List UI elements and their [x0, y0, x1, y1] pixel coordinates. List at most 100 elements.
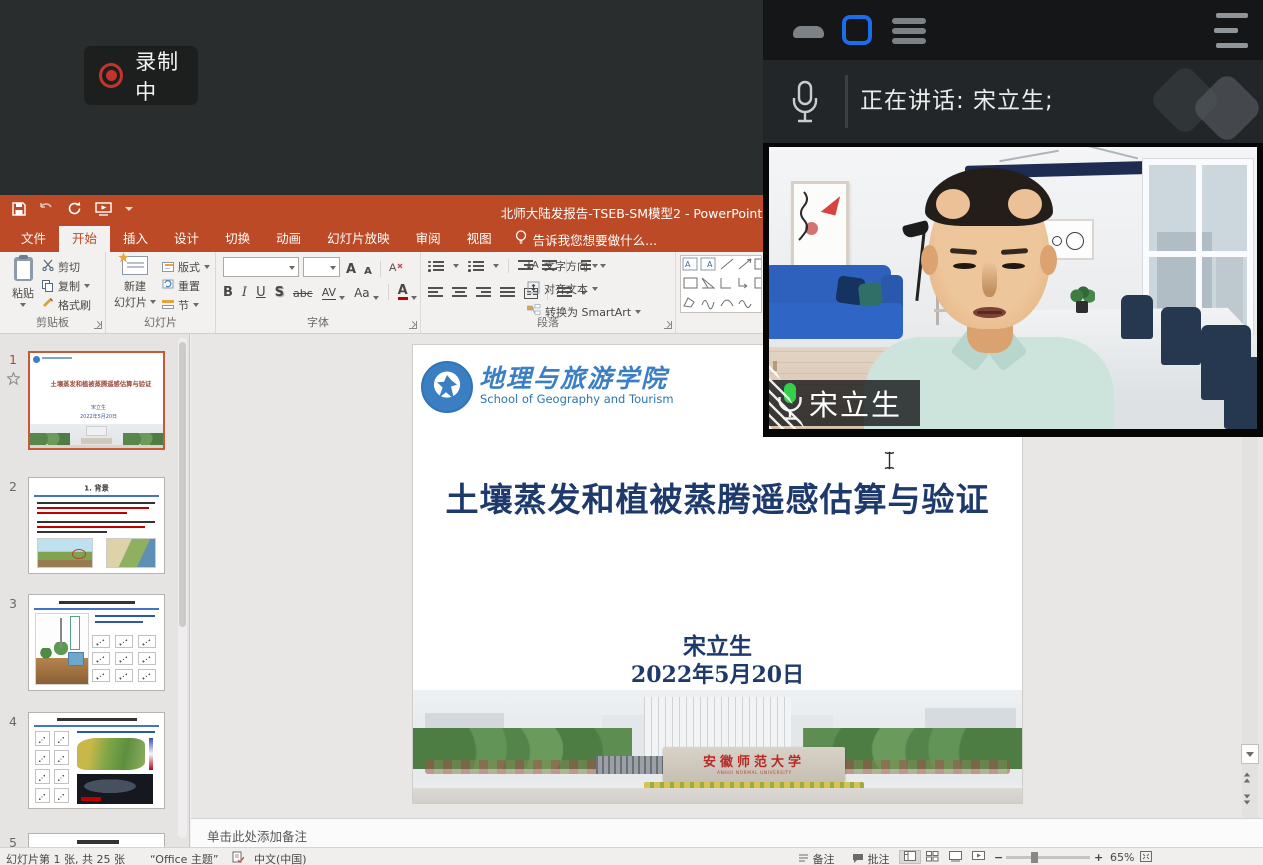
- participant-name: 宋立生: [809, 382, 902, 424]
- next-slide-button[interactable]: [1243, 794, 1251, 805]
- ear: [921, 245, 938, 275]
- bullets-icon[interactable]: [428, 260, 444, 272]
- clipboard-dialog-launcher[interactable]: [94, 321, 102, 329]
- notes-icon: [798, 853, 809, 865]
- slide-thumbnail-3[interactable]: [28, 594, 165, 691]
- reading-view-button[interactable]: [949, 851, 962, 865]
- scissors-icon: [42, 259, 54, 274]
- school-logo: [421, 361, 473, 413]
- thumb-number-1: 1: [9, 352, 17, 367]
- bold-button[interactable]: B: [223, 285, 233, 300]
- previous-slide-button[interactable]: [1243, 772, 1251, 783]
- paste-button[interactable]: 粘贴: [8, 257, 38, 307]
- scroll-down-button[interactable]: [1241, 744, 1259, 764]
- slide-thumbnail-2[interactable]: 1. 背景: [28, 477, 165, 574]
- spellcheck-icon[interactable]: [232, 851, 244, 865]
- thumb-number-4: 4: [9, 714, 17, 729]
- tab-design[interactable]: 设计: [161, 226, 212, 252]
- slide-title-text[interactable]: 土壤蒸发和植被蒸腾遥感估算与验证: [413, 473, 1022, 521]
- lightbulb-icon: [515, 230, 527, 248]
- notes-placeholder[interactable]: 单击此处添加备注: [207, 826, 1263, 845]
- char-spacing-button[interactable]: AV: [322, 286, 336, 300]
- text-direction-button[interactable]: A 文字方向: [527, 256, 641, 275]
- cut-button[interactable]: 剪切: [42, 257, 91, 276]
- font-dialog-launcher[interactable]: [409, 321, 417, 329]
- tell-me-box[interactable]: 告诉我您想要做什么...: [505, 226, 667, 252]
- new-slide-button[interactable]: 新建 幻灯片: [113, 256, 157, 310]
- tab-home[interactable]: 开始: [59, 226, 110, 252]
- clipboard-group: 粘贴 剪切 复制: [0, 252, 106, 333]
- align-center-icon[interactable]: [452, 287, 467, 299]
- font-color-button[interactable]: A: [398, 285, 408, 300]
- campus-photo: 安徽师范大学 ANHUI NORMAL UNIVERSITY: [413, 690, 1022, 803]
- screen: 录制中 北师大陆发报告-TSEB-SM模型2 - PowerPoint 文件 开…: [0, 0, 1263, 865]
- align-left-icon[interactable]: [428, 287, 443, 299]
- minimize-icon[interactable]: [793, 26, 824, 38]
- copy-icon: [42, 280, 54, 292]
- paragraph-dialog-launcher[interactable]: [664, 321, 672, 329]
- restore-window-icon[interactable]: [842, 15, 872, 45]
- head: [928, 173, 1050, 329]
- drawing-group: A A: [676, 252, 776, 333]
- collapse-panel-icon[interactable]: [1214, 13, 1250, 48]
- font-name-combo[interactable]: [223, 257, 299, 277]
- status-bar: 幻灯片第 1 张, 共 25 张 “Office 主题” 中文(中国) 备注 批…: [0, 847, 1263, 865]
- slide-author-text[interactable]: 宋立生: [413, 627, 1022, 661]
- tab-insert[interactable]: 插入: [110, 226, 161, 252]
- section-button[interactable]: 节: [162, 295, 210, 314]
- school-name-en: School of Geography and Tourism: [480, 392, 674, 406]
- zoom-slider-thumb[interactable]: [1031, 852, 1038, 863]
- reset-button[interactable]: 重置: [162, 276, 210, 295]
- zoom-in-button[interactable]: +: [1094, 851, 1103, 864]
- slide-sorter-view-button[interactable]: [926, 851, 939, 865]
- tab-view[interactable]: 视图: [454, 226, 505, 252]
- school-name-cn: 地理与旅游学院: [479, 359, 668, 395]
- eye: [1002, 263, 1025, 269]
- text-shadow-button[interactable]: S: [275, 285, 284, 300]
- strikethrough-button[interactable]: abc: [293, 287, 313, 300]
- tab-transitions[interactable]: 切换: [212, 226, 263, 252]
- slide-date-text[interactable]: 2022年5月20日: [413, 657, 1022, 689]
- italic-button[interactable]: I: [242, 285, 247, 300]
- align-right-icon[interactable]: [476, 287, 491, 299]
- clear-formatting-button[interactable]: A: [389, 258, 403, 277]
- underline-button[interactable]: U: [256, 285, 266, 300]
- change-case-button[interactable]: Aa: [354, 286, 370, 300]
- participant-video[interactable]: 宋立生: [763, 143, 1263, 437]
- notes-toggle[interactable]: 备注: [798, 851, 835, 865]
- layout-button[interactable]: 版式: [162, 257, 210, 276]
- slide-thumbnail-4[interactable]: [28, 712, 165, 809]
- font-size-combo[interactable]: [303, 257, 340, 277]
- tab-slideshow[interactable]: 幻灯片放映: [314, 226, 403, 252]
- normal-view-button[interactable]: [899, 850, 921, 864]
- shrink-font-button[interactable]: A: [364, 266, 372, 277]
- shapes-gallery[interactable]: A A: [680, 255, 762, 313]
- format-painter-button[interactable]: 格式刷: [42, 295, 91, 314]
- eyebrow: [950, 248, 977, 255]
- paragraph-group: A 文字方向 对齐文本 转换为 SmartArt 段落: [421, 252, 676, 333]
- animation-star-icon: [7, 370, 20, 389]
- gate-name-text: 安徽师范大学: [663, 751, 846, 770]
- fit-slide-button[interactable]: [1140, 851, 1152, 865]
- copy-button[interactable]: 复制: [42, 276, 91, 295]
- theme-name[interactable]: “Office 主题”: [150, 851, 219, 865]
- tab-review[interactable]: 审阅: [403, 226, 454, 252]
- notes-pane[interactable]: 单击此处添加备注: [191, 818, 1263, 847]
- grow-font-button[interactable]: A: [346, 262, 356, 277]
- comments-toggle[interactable]: 批注: [852, 851, 890, 865]
- tab-animations[interactable]: 动画: [263, 226, 314, 252]
- slide-thumbnail-1[interactable]: 土壤蒸发和植被蒸腾遥感估算与验证 宋立生 2022年5月20日: [28, 351, 165, 450]
- tab-file[interactable]: 文件: [8, 226, 59, 252]
- section-icon: [162, 300, 174, 310]
- zoom-out-button[interactable]: −: [994, 851, 1003, 864]
- zoom-slider[interactable]: [1006, 856, 1090, 859]
- numbering-icon[interactable]: [468, 260, 484, 272]
- zoom-level[interactable]: 65%: [1110, 851, 1134, 864]
- language-indicator[interactable]: 中文(中国): [254, 851, 307, 865]
- align-text-button[interactable]: 对齐文本: [527, 279, 641, 298]
- clipboard-icon: [14, 257, 33, 281]
- justify-icon[interactable]: [500, 287, 515, 299]
- thumbnail-scrollbar[interactable]: [178, 338, 187, 838]
- slideshow-view-button[interactable]: [972, 851, 985, 865]
- menu-icon[interactable]: [892, 18, 926, 48]
